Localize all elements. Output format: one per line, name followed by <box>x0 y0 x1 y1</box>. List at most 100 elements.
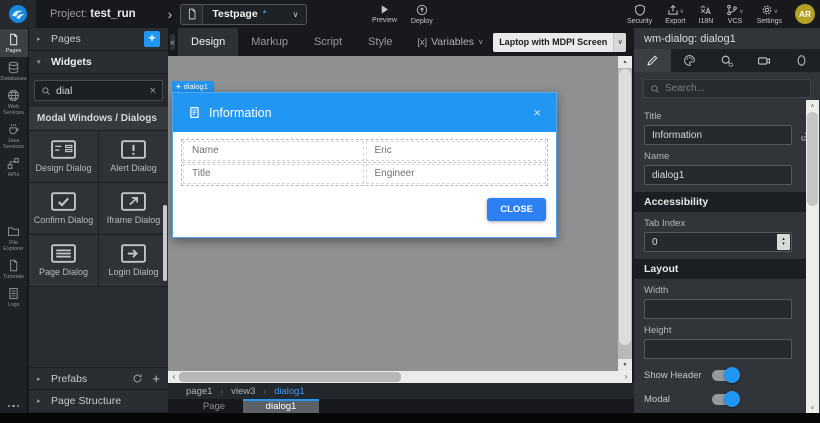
page-selector[interactable]: Testpage * ∨ <box>180 3 308 25</box>
scroll-right-icon[interactable]: › <box>620 371 632 383</box>
prefabs-accordion[interactable]: ▸ Prefabs + <box>29 367 168 390</box>
sidebar-item-pages[interactable]: Pages <box>0 29 28 57</box>
widget-alert-dialog[interactable]: Alert Dialog <box>99 131 168 182</box>
modal-toggle[interactable] <box>712 391 740 407</box>
app-logo[interactable] <box>0 0 36 28</box>
add-prefab-icon[interactable]: + <box>152 372 160 385</box>
widget-design-dialog[interactable]: Design Dialog <box>29 131 98 182</box>
sidebar-item-databases[interactable]: Databases <box>0 57 28 85</box>
user-avatar[interactable]: AR <box>795 4 815 24</box>
property-search-input[interactable] <box>665 83 804 94</box>
rail-more-icon[interactable] <box>7 404 20 407</box>
breadcrumb-page1[interactable]: page1 <box>186 386 212 397</box>
step-down-icon[interactable]: ▾ <box>782 242 785 247</box>
add-page-button[interactable]: + <box>144 31 160 47</box>
variables-menu[interactable]: [x] Variables ∨ <box>418 36 484 48</box>
footer-tab-page[interactable]: Page <box>185 399 243 414</box>
properties-scrollbar[interactable]: ∧ ∨ <box>806 100 819 414</box>
i18n-button[interactable]: I18N <box>698 4 714 25</box>
number-stepper[interactable]: ▴ ▾ <box>777 234 790 250</box>
pages-icon <box>7 33 20 46</box>
vcs-button[interactable]: ∨ VCS <box>726 4 744 25</box>
sidebar-item-file-explorer[interactable]: File Explorer <box>0 221 28 255</box>
tab-outline[interactable] <box>783 49 820 72</box>
dialog-widget[interactable]: Information × Name Eric Title Engineer C… <box>172 92 557 238</box>
clear-search-icon[interactable]: × <box>150 85 156 97</box>
dialog-close-icon[interactable]: × <box>533 106 541 119</box>
canvas-horizontal-scrollbar[interactable]: ‹ › <box>168 371 632 383</box>
widget-confirm-dialog[interactable]: Confirm Dialog <box>29 183 98 234</box>
chevron-right-icon: › <box>220 386 224 396</box>
export-button[interactable]: ∨ Export <box>665 4 686 25</box>
tab-styles[interactable] <box>671 49 708 72</box>
title-field-input[interactable] <box>644 125 792 145</box>
sidebar-item-apis[interactable]: APIs <box>0 153 28 181</box>
cell-title-value[interactable]: Engineer <box>365 164 546 184</box>
scroll-up-icon[interactable]: ∧ <box>806 100 819 112</box>
section-accessibility[interactable]: Accessibility <box>634 192 808 212</box>
widget-page-dialog[interactable]: Page Dialog <box>29 235 98 286</box>
widget-category-header: Modal Windows / Dialogs <box>29 107 168 131</box>
height-field-input[interactable] <box>644 339 792 359</box>
tab-design[interactable]: Design <box>178 28 239 56</box>
scrollbar-thumb[interactable] <box>807 112 818 206</box>
rail-label: Databases <box>0 76 27 82</box>
tab-events[interactable] <box>708 49 745 72</box>
rail-label: Java Services <box>2 138 25 150</box>
scrollbar-thumb[interactable] <box>179 372 401 382</box>
breadcrumb-dialog1[interactable]: dialog1 <box>274 386 305 397</box>
security-button[interactable]: Security <box>627 4 652 25</box>
table-row[interactable]: Name Eric <box>182 140 547 162</box>
widget-login-dialog[interactable]: Login Dialog <box>99 235 168 286</box>
breadcrumb-view3[interactable]: view3 <box>231 386 255 397</box>
scrollbar-thumb[interactable] <box>619 69 631 345</box>
widgets-accordion[interactable]: ▾ Widgets <box>29 51 168 74</box>
cell-name-value[interactable]: Eric <box>365 141 546 161</box>
design-canvas[interactable]: + dialog1 Information × Name Eric Title … <box>168 56 618 371</box>
selected-widget-tag[interactable]: + dialog1 <box>172 81 214 92</box>
i18n-label: I18N <box>698 17 714 25</box>
sidebar-item-java-services[interactable]: Java Services <box>0 119 28 153</box>
selected-widget-title: wm-dialog: dialog1 <box>644 32 736 45</box>
page-file-icon <box>181 4 204 24</box>
table-row[interactable]: Title Engineer <box>182 162 547 185</box>
tab-index-input[interactable] <box>644 232 792 252</box>
cell-name-label[interactable]: Name <box>183 141 364 161</box>
page-structure-accordion[interactable]: ▸ Page Structure <box>29 390 168 413</box>
dialog-layout-grid[interactable]: Name Eric Title Engineer <box>181 139 548 186</box>
collapse-left-panel-button[interactable]: « <box>170 34 176 50</box>
settings-button[interactable]: ∨ Settings <box>757 4 782 25</box>
tab-media[interactable] <box>746 49 783 72</box>
show-header-toggle[interactable] <box>712 367 740 383</box>
dialog-header[interactable]: Information × <box>173 93 556 132</box>
dialog-body[interactable]: Name Eric Title Engineer <box>173 132 556 186</box>
scroll-down-icon[interactable]: ▼ <box>618 359 632 371</box>
width-field-input[interactable] <box>644 299 792 319</box>
tab-script[interactable]: Script <box>301 28 355 56</box>
section-layout[interactable]: Layout <box>634 259 808 279</box>
sidebar-item-tutorials[interactable]: Tutorials <box>0 255 28 283</box>
footer-tab-dialog1[interactable]: dialog1 <box>243 399 319 414</box>
tab-markup[interactable]: Markup <box>238 28 301 56</box>
sidebar-item-web-services[interactable]: Web Services <box>0 85 28 119</box>
caret-right-icon: ▸ <box>37 36 41 43</box>
device-selector[interactable]: Laptop with MDPI Screen ∨ <box>493 32 627 52</box>
toggle-knob <box>724 391 740 407</box>
widget-iframe-dialog[interactable]: Iframe Dialog <box>99 183 168 234</box>
left-panel-scrollbar[interactable] <box>163 205 167 281</box>
close-button[interactable]: CLOSE <box>487 198 546 221</box>
cell-title-label[interactable]: Title <box>183 164 364 184</box>
sidebar-item-logs[interactable]: Logs <box>0 283 28 311</box>
pages-accordion[interactable]: ▸ Pages + <box>29 28 168 51</box>
deploy-button[interactable]: Deploy <box>411 4 433 25</box>
tab-style[interactable]: Style <box>355 28 405 56</box>
canvas-vertical-scrollbar[interactable]: ▲ ▼ <box>618 56 632 371</box>
widget-search-input[interactable] <box>56 84 145 97</box>
tab-properties[interactable] <box>634 49 672 72</box>
project-label: Project: <box>50 8 88 20</box>
coffee-icon <box>7 123 20 136</box>
name-field-input[interactable] <box>644 165 792 185</box>
scroll-up-icon[interactable]: ▲ <box>618 56 632 68</box>
refresh-icon[interactable] <box>132 373 143 384</box>
preview-button[interactable]: Preview <box>372 4 397 24</box>
